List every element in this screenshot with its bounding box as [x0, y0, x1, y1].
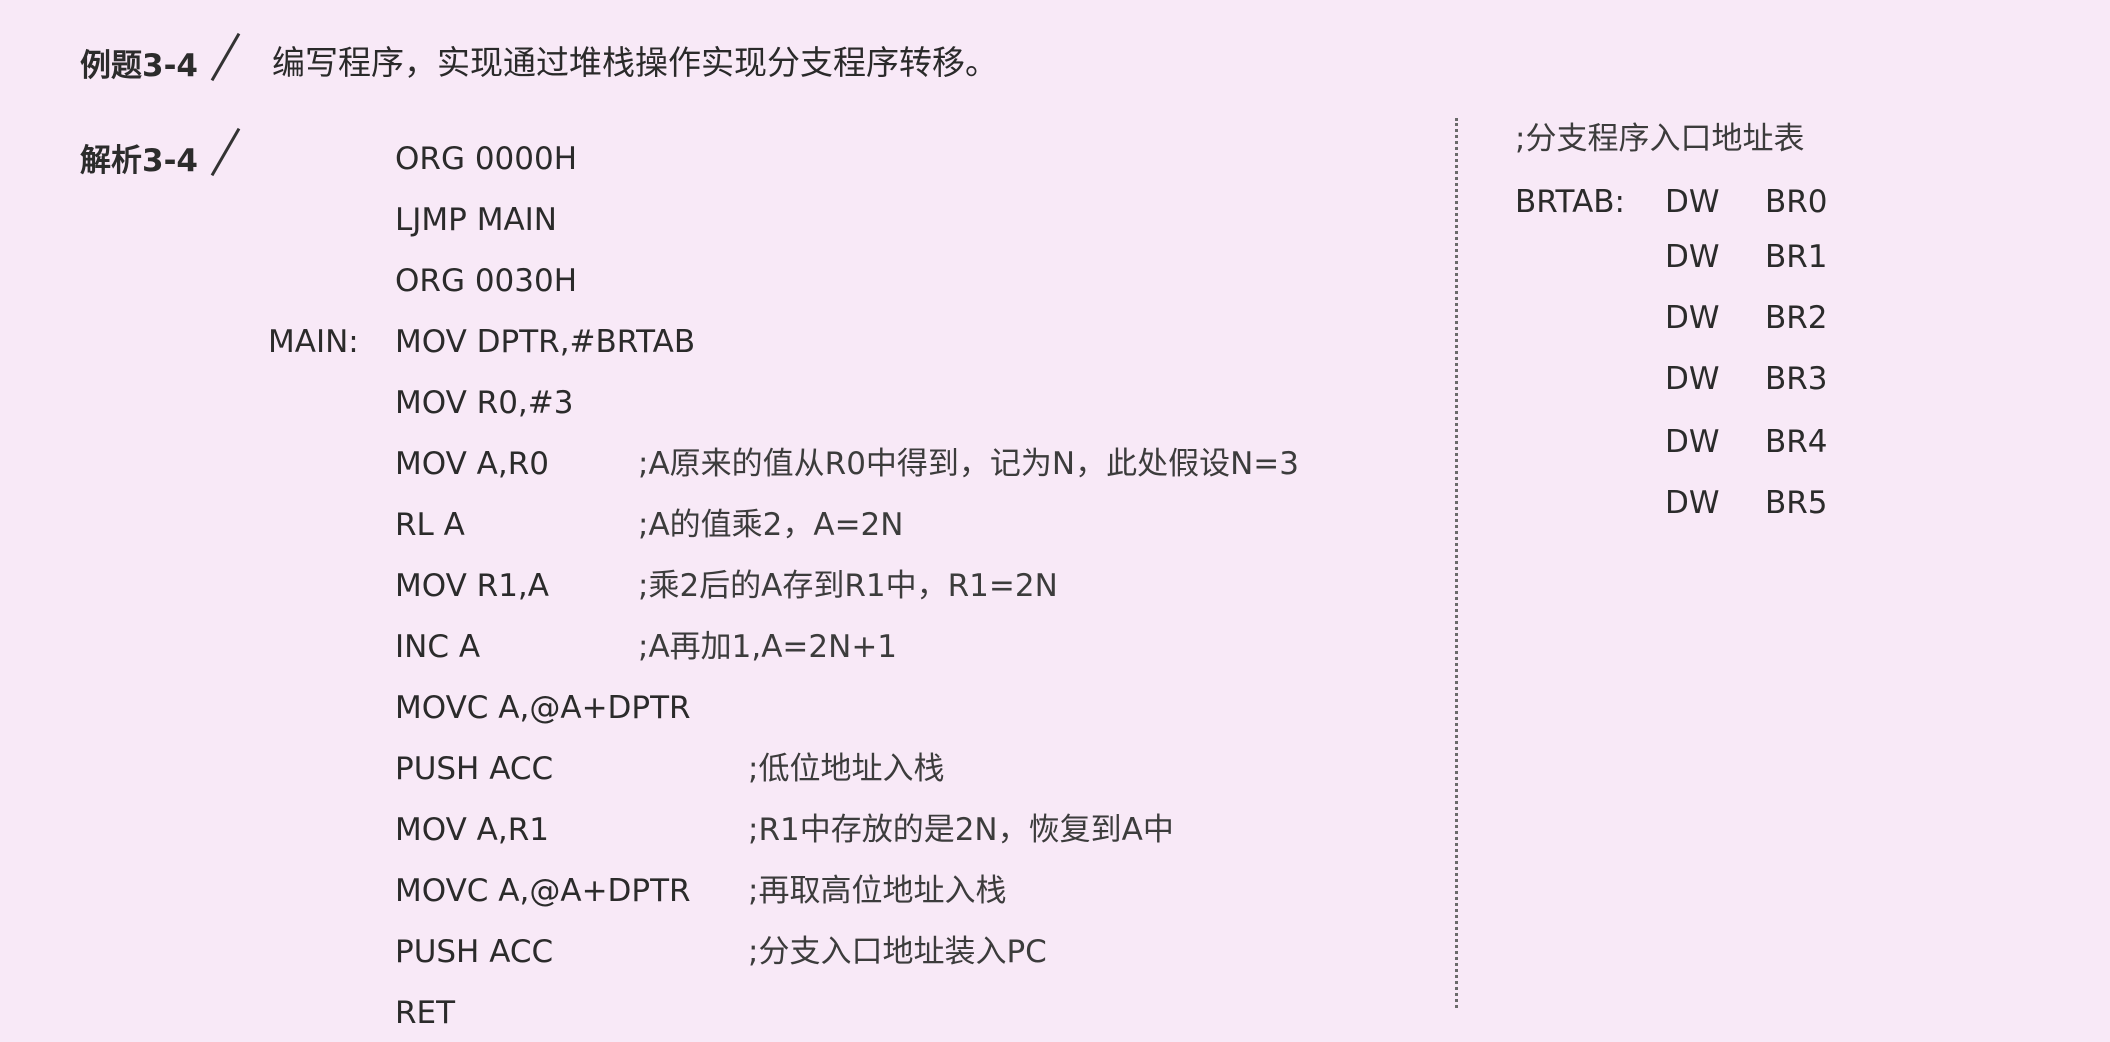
- code-comment: ;低位地址入栈: [748, 751, 945, 787]
- code-instr: MOVC A,@A+DPTR: [395, 873, 691, 909]
- table-arg: BR5: [1765, 485, 1828, 521]
- table-arg: BR0: [1765, 184, 1828, 220]
- dotted-divider: [1455, 118, 1458, 1008]
- example-slash-decoration: [210, 32, 241, 82]
- code-instr: RL A: [395, 507, 465, 543]
- table-arg: BR1: [1765, 239, 1828, 275]
- code-comment: ;R1中存放的是2N，恢复到A中: [748, 812, 1174, 848]
- code-instr: MOV A,R0: [395, 446, 549, 482]
- code-instr: PUSH ACC: [395, 751, 554, 787]
- code-instr: LJMP MAIN: [395, 202, 557, 238]
- table-op: DW: [1665, 485, 1720, 521]
- example-label: 例题3-4: [80, 48, 199, 84]
- code-comment: ;分支入口地址装入PC: [748, 934, 1047, 970]
- code-comment: ;A的值乘2，A=2N: [638, 507, 904, 543]
- table-arg: BR3: [1765, 361, 1828, 397]
- code-comment: ;A再加1,A=2N+1: [638, 629, 898, 665]
- code-instr: MOVC A,@A+DPTR: [395, 690, 691, 726]
- table-comment: ;分支程序入口地址表: [1515, 121, 1805, 157]
- code-instr: ORG 0000H: [395, 141, 578, 177]
- code-instr: PUSH ACC: [395, 934, 554, 970]
- table-op: DW: [1665, 300, 1720, 336]
- code-instr: MOV DPTR,#BRTAB: [395, 324, 696, 360]
- table-arg: BR2: [1765, 300, 1828, 336]
- code-instr: INC A: [395, 629, 481, 665]
- analysis-label: 解析3-4: [80, 143, 199, 179]
- table-label: BRTAB:: [1515, 184, 1625, 220]
- code-comment: ;再取高位地址入栈: [748, 873, 1007, 909]
- code-comment: ;A原来的值从R0中得到，记为N，此处假设N=3: [638, 446, 1299, 482]
- code-instr: ORG 0030H: [395, 263, 578, 299]
- code-instr: MOV R1,A: [395, 568, 549, 604]
- code-comment: ;乘2后的A存到R1中，R1=2N: [638, 568, 1058, 604]
- code-instr: RET: [395, 995, 456, 1031]
- code-instr: MOV A,R1: [395, 812, 549, 848]
- code-label: MAIN:: [268, 324, 359, 360]
- table-op: DW: [1665, 239, 1720, 275]
- example-title: 编写程序，实现通过堆栈操作实现分支程序转移。: [272, 43, 998, 82]
- analysis-slash-decoration: [210, 127, 241, 177]
- table-arg: BR4: [1765, 424, 1828, 460]
- table-op: DW: [1665, 424, 1720, 460]
- table-op: DW: [1665, 184, 1720, 220]
- table-op: DW: [1665, 361, 1720, 397]
- code-instr: MOV R0,#3: [395, 385, 574, 421]
